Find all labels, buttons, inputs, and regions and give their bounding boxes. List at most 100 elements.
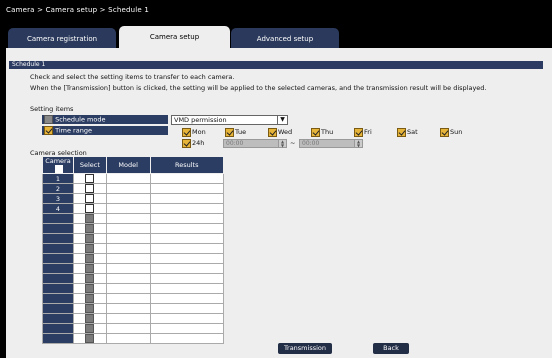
day-thu[interactable]: Thu [311, 127, 333, 137]
camera-number [42, 233, 74, 244]
day-sun[interactable]: Sun [440, 127, 462, 137]
select-checkbox [85, 264, 95, 273]
camera-number [42, 333, 74, 344]
schedule-mode-checkbox[interactable] [44, 115, 53, 124]
results-cell [149, 323, 225, 334]
model-cell [105, 253, 151, 264]
day-label: Mon [192, 128, 206, 136]
select-checkbox [85, 324, 95, 333]
select-cell [72, 313, 107, 324]
table-row [42, 293, 225, 304]
day-label: Sat [407, 128, 418, 136]
camera-number [42, 263, 74, 274]
time-from-input[interactable]: 00:00 ▲ ▼ [223, 139, 287, 148]
back-button[interactable]: Back [373, 343, 409, 354]
model-cell [105, 233, 151, 244]
camera-number [42, 253, 74, 264]
model-cell [105, 273, 151, 284]
model-cell [105, 183, 151, 194]
select-cell [72, 223, 107, 234]
schedule-mode-select[interactable]: VMD permission ▼ [171, 115, 288, 125]
model-cell [105, 263, 151, 274]
camera-number [42, 283, 74, 294]
check-icon[interactable] [440, 127, 449, 137]
header-select: Select [72, 156, 107, 174]
table-row [42, 283, 225, 294]
camera-number: 4 [42, 203, 74, 214]
select-checkbox[interactable] [85, 194, 95, 203]
time-range-row[interactable]: Time range [42, 126, 168, 135]
results-cell [149, 243, 225, 254]
model-cell [105, 203, 151, 214]
select-checkbox [85, 234, 95, 243]
results-cell [149, 283, 225, 294]
day-wed[interactable]: Wed [268, 127, 292, 137]
select-cell [72, 263, 107, 274]
check-icon[interactable] [182, 138, 191, 148]
table-row [42, 333, 225, 344]
select-checkbox [85, 304, 95, 313]
results-cell [149, 333, 225, 344]
table-row: 3 [42, 193, 225, 204]
schedule-mode-label: Schedule mode [55, 115, 106, 124]
h24-option[interactable]: 24h [182, 138, 204, 148]
camera-number [42, 313, 74, 324]
transmission-button[interactable]: Transmission [278, 343, 332, 354]
day-tue[interactable]: Tue [225, 127, 246, 137]
spinner-icon[interactable]: ▲ ▼ [278, 140, 286, 147]
camera-table: Camera Select Model Results 1234 [42, 156, 225, 344]
camera-number: 2 [42, 183, 74, 194]
chevron-down-icon[interactable]: ▼ [277, 116, 287, 124]
select-cell [72, 183, 107, 194]
day-label: Fri [364, 128, 372, 136]
day-mon[interactable]: Mon [182, 127, 206, 137]
table-row [42, 263, 225, 274]
camera-number [42, 223, 74, 234]
select-cell [72, 253, 107, 264]
table-row: 2 [42, 183, 225, 194]
table-row [42, 253, 225, 264]
select-checkbox[interactable] [85, 184, 95, 193]
check-icon[interactable] [268, 127, 277, 137]
check-icon[interactable] [311, 127, 320, 137]
check-icon[interactable] [182, 127, 191, 137]
select-cell [72, 273, 107, 284]
time-to-input[interactable]: 00:00 ▲ ▼ [299, 139, 363, 148]
select-cell [72, 173, 107, 184]
tab-advanced-setup[interactable]: Advanced setup [231, 28, 339, 49]
day-fri[interactable]: Fri [354, 127, 372, 137]
tab-camera-registration[interactable]: Camera registration [8, 28, 116, 49]
day-sat[interactable]: Sat [397, 127, 418, 137]
day-label: Sun [450, 128, 463, 136]
check-icon[interactable] [397, 127, 406, 137]
tab-camera-setup[interactable]: Camera setup [119, 26, 230, 49]
spinner-icon[interactable]: ▲ ▼ [354, 140, 362, 147]
results-cell [149, 313, 225, 324]
table-row [42, 243, 225, 254]
results-cell [149, 223, 225, 234]
camera-number [42, 303, 74, 314]
results-cell [149, 293, 225, 304]
results-cell [149, 183, 225, 194]
select-checkbox [85, 274, 95, 283]
select-cell [72, 333, 107, 344]
results-cell [149, 303, 225, 314]
select-cell [72, 283, 107, 294]
time-range-label: Time range [55, 126, 92, 135]
check-icon[interactable] [354, 127, 363, 137]
select-checkbox [85, 244, 95, 253]
select-checkbox[interactable] [85, 204, 95, 213]
select-all-checkbox[interactable] [55, 165, 64, 173]
breadcrumb: Camera > Camera setup > Schedule 1 [0, 0, 552, 22]
camera-number [42, 273, 74, 284]
schedule-mode-value: VMD permission [174, 116, 227, 124]
time-to-value: 00:00 [302, 140, 320, 147]
table-row [42, 213, 225, 224]
select-cell [72, 293, 107, 304]
time-from-value: 00:00 [226, 140, 244, 147]
time-range-checkbox[interactable] [44, 126, 53, 135]
schedule-mode-row[interactable]: Schedule mode [42, 115, 168, 124]
model-cell [105, 323, 151, 334]
check-icon[interactable] [225, 127, 234, 137]
select-checkbox[interactable] [85, 174, 95, 183]
